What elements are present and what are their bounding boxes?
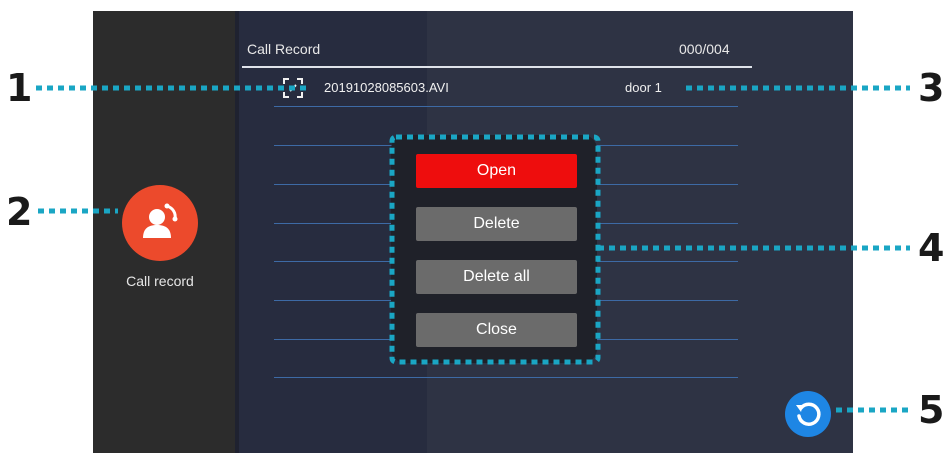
callout-number-5: 5 <box>918 388 945 432</box>
callout-lines <box>36 85 910 413</box>
callout-number-4: 4 <box>918 226 945 270</box>
callout-number-3: 3 <box>918 66 945 110</box>
callout-number-1: 1 <box>6 66 33 110</box>
callout-number-2: 2 <box>6 190 33 234</box>
callout-box-4 <box>389 134 601 365</box>
